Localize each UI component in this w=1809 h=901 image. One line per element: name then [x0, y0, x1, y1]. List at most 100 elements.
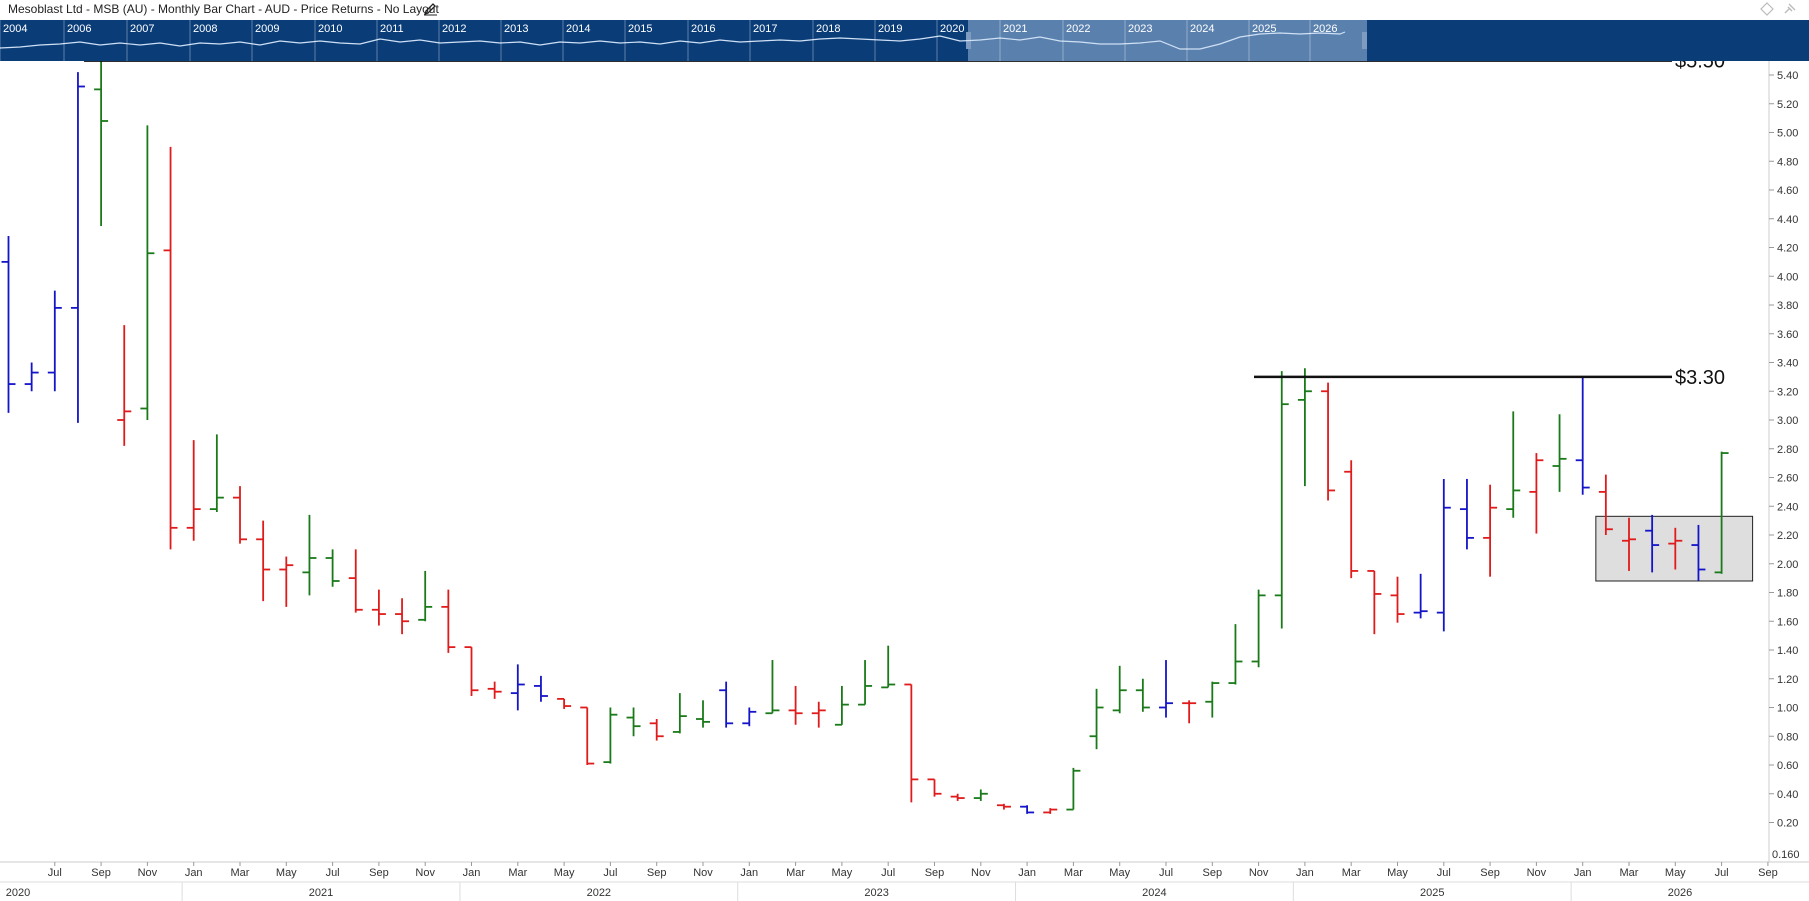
price-chart[interactable]: 0.20 0.40 0.60 0.80 1.00 1.20 1.40 1.60 1.80 2.00…: [0, 61, 1809, 901]
month-label: Jul: [48, 867, 62, 879]
month-label: Sep: [91, 867, 111, 879]
navigator-year-label: 2017: [753, 23, 777, 35]
month-label: Jan: [1574, 867, 1592, 879]
price-tick-label: 1.20: [1777, 674, 1798, 686]
navigator-year-label: 2022: [1066, 23, 1090, 35]
ohlc-bar[interactable]: [1182, 700, 1197, 724]
ohlc-bar[interactable]: [163, 146, 178, 550]
period-navigator[interactable]: 2004 2006 2007 2008 2009 2010 2011 2012 2013 2014…: [0, 20, 1809, 61]
ohlc-bar[interactable]: [47, 290, 62, 392]
ohlc-bar[interactable]: [811, 701, 826, 728]
ohlc-bar[interactable]: [672, 693, 687, 734]
month-label: Sep: [647, 867, 667, 879]
ohlc-bar[interactable]: [464, 646, 479, 696]
month-label: Mar: [786, 867, 805, 879]
ohlc-bar[interactable]: [117, 325, 132, 446]
navigator-year-label: 2015: [628, 23, 652, 35]
ohlc-bar[interactable]: [94, 61, 109, 226]
ohlc-bar[interactable]: [371, 589, 386, 626]
ohlc-bar[interactable]: [765, 660, 780, 715]
ohlc-bar[interactable]: [1297, 368, 1312, 487]
ohlc-bar[interactable]: [1529, 453, 1544, 534]
ohlc-bar[interactable]: [1112, 665, 1127, 714]
ohlc-bar[interactable]: [348, 549, 363, 613]
year-label: 2025: [1420, 887, 1444, 899]
diamond-icon[interactable]: [1760, 2, 1774, 16]
ohlc-bar[interactable]: [1089, 688, 1104, 750]
ohlc-bar[interactable]: [1459, 478, 1474, 550]
ohlc-bar[interactable]: [140, 125, 155, 420]
ohlc-bar[interactable]: [649, 719, 664, 741]
ohlc-bar[interactable]: [233, 486, 247, 544]
year-label: 2026: [1668, 887, 1692, 899]
ohlc-bar[interactable]: [927, 778, 942, 797]
ohlc-bar[interactable]: [742, 707, 757, 727]
navigator-selection[interactable]: [968, 20, 1367, 61]
ohlc-bar[interactable]: [1344, 460, 1359, 579]
ohlc-bar[interactable]: [1159, 660, 1173, 718]
ohlc-bar[interactable]: [256, 520, 271, 602]
ohlc-bar[interactable]: [395, 598, 410, 635]
month-label: Sep: [1203, 867, 1223, 879]
ohlc-bar[interactable]: [1436, 478, 1451, 632]
price-tick-label: 3.00: [1777, 415, 1798, 427]
ohlc-bar[interactable]: [1413, 573, 1428, 619]
ohlc-bar[interactable]: [441, 589, 456, 653]
navigator-year-label: 2014: [566, 23, 590, 35]
ohlc-bar[interactable]: [1367, 570, 1382, 635]
ohlc-bar[interactable]: [1228, 624, 1243, 685]
ohlc-bar[interactable]: [209, 434, 224, 512]
ohlc-bar[interactable]: [858, 660, 873, 706]
ohlc-bar[interactable]: [70, 72, 85, 423]
pin-icon[interactable]: [1784, 3, 1796, 14]
ohlc-bar[interactable]: [418, 570, 433, 622]
ohlc-bar[interactable]: [626, 707, 641, 737]
ohlc-bar[interactable]: [1274, 371, 1289, 629]
chart-title: Mesoblast Ltd - MSB (AU) - Monthly Bar C…: [8, 2, 439, 16]
ohlc-bar[interactable]: [1483, 484, 1498, 577]
ohlc-bar[interactable]: [557, 697, 572, 709]
month-label: Nov: [138, 867, 158, 879]
ohlc-bar[interactable]: [533, 675, 548, 702]
ohlc-bar[interactable]: [1, 236, 16, 413]
ohlc-bar[interactable]: [24, 362, 39, 392]
ohlc-bar[interactable]: [1135, 678, 1150, 712]
pencil-icon[interactable]: [423, 2, 439, 16]
ohlc-bar[interactable]: [510, 664, 525, 711]
year-label: 2024: [1142, 887, 1166, 899]
month-label: May: [276, 867, 297, 879]
month-label: Jul: [1715, 867, 1729, 879]
ohlc-bar[interactable]: [950, 793, 965, 801]
ohlc-bar[interactable]: [696, 700, 710, 728]
price-tick-label: 4.00: [1777, 271, 1798, 283]
ohlc-bar[interactable]: [302, 514, 317, 596]
ohlc-bar[interactable]: [487, 681, 502, 699]
ohlc-bar[interactable]: [1575, 376, 1590, 495]
ohlc-bar[interactable]: [973, 789, 988, 801]
ohlc-bar[interactable]: [186, 440, 201, 541]
ohlc-bar[interactable]: [325, 549, 340, 587]
ohlc-bar[interactable]: [1506, 411, 1521, 518]
ohlc-bar[interactable]: [881, 645, 896, 689]
ohlc-bar[interactable]: [834, 685, 849, 726]
ohlc-bar[interactable]: [1251, 589, 1266, 668]
ohlc-bar[interactable]: [788, 685, 803, 725]
ohlc-bar[interactable]: [603, 707, 618, 764]
ohlc-bar[interactable]: [1066, 767, 1081, 811]
ohlc-bar[interactable]: [1552, 414, 1567, 492]
navigator-handle-right[interactable]: [1362, 32, 1367, 49]
ohlc-bar[interactable]: [1205, 681, 1220, 718]
ohlc-bar[interactable]: [1321, 382, 1336, 501]
year-label: 2023: [864, 887, 888, 899]
ohlc-bar[interactable]: [996, 803, 1011, 810]
ohlc-bar[interactable]: [904, 683, 919, 803]
ohlc-bar[interactable]: [580, 706, 595, 766]
ohlc-bar[interactable]: [1020, 805, 1035, 814]
month-label: Nov: [1527, 867, 1547, 879]
ohlc-bar[interactable]: [279, 556, 294, 607]
ohlc-bar[interactable]: [719, 681, 734, 728]
month-label: May: [1665, 867, 1686, 879]
ohlc-bar[interactable]: [1043, 808, 1058, 814]
month-label: Jan: [1296, 867, 1314, 879]
ohlc-bar[interactable]: [1390, 576, 1405, 623]
